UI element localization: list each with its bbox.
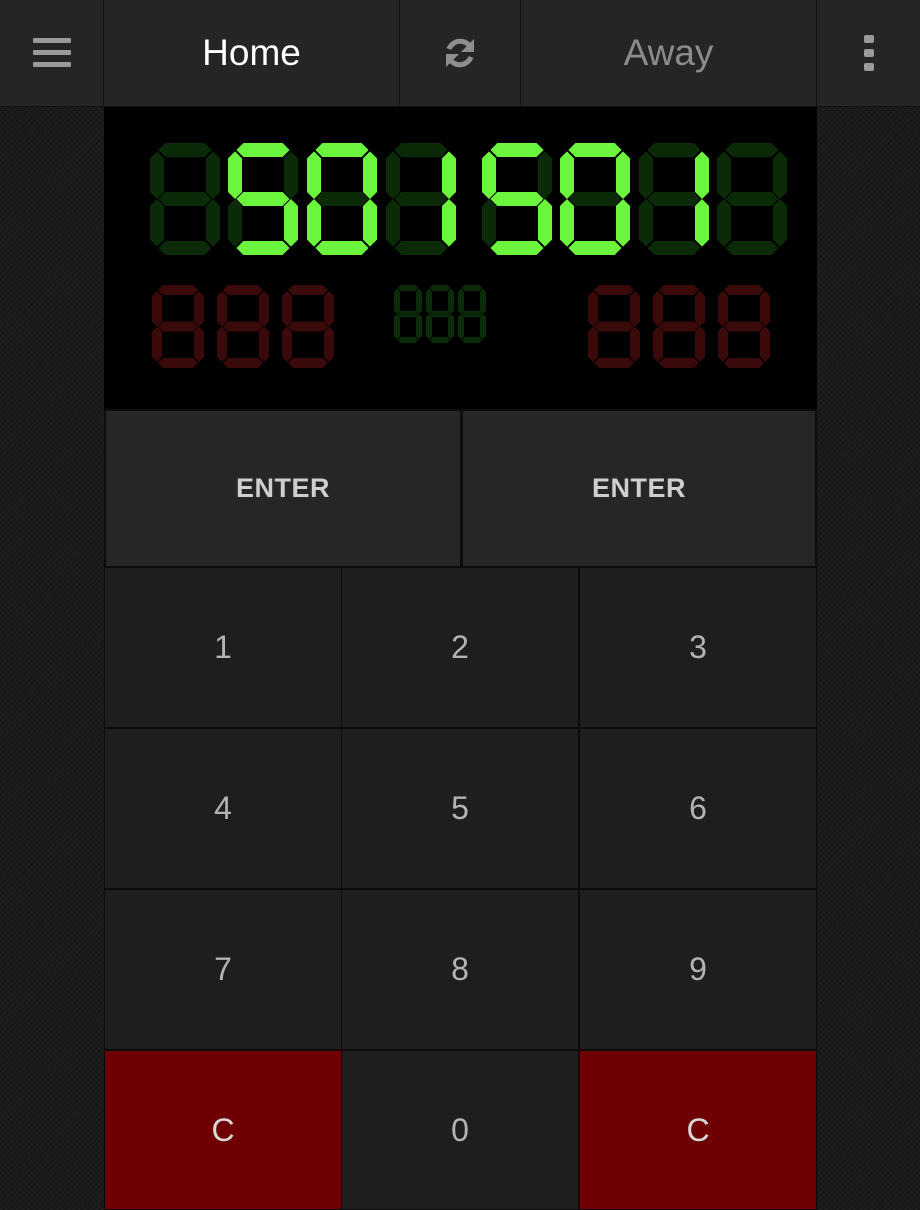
home-score-digit: [386, 143, 456, 255]
center-aux-digit: [458, 285, 486, 343]
away-aux-digit: [718, 285, 770, 368]
clear-home-button[interactable]: C: [104, 1050, 342, 1210]
clear-away-button[interactable]: C: [579, 1050, 817, 1210]
key-2[interactable]: 2: [341, 567, 579, 728]
enter-away-button[interactable]: ENTER: [461, 409, 817, 568]
key-5[interactable]: 5: [341, 728, 579, 889]
key-1[interactable]: 1: [104, 567, 342, 728]
home-aux-digit: [282, 285, 334, 368]
key-6[interactable]: 6: [579, 728, 817, 889]
top-bar: Home Away: [0, 0, 920, 107]
home-aux-digit: [152, 285, 204, 368]
refresh-icon: [446, 38, 474, 68]
key-8[interactable]: 8: [341, 889, 579, 1050]
home-score-digit: [150, 143, 220, 255]
menu-button[interactable]: [0, 0, 104, 106]
away-score-digit: [482, 143, 552, 255]
away-aux-digit: [653, 285, 705, 368]
key-9[interactable]: 9: [579, 889, 817, 1050]
scoreboard-display: 501 501: [104, 107, 817, 409]
enter-home-button[interactable]: ENTER: [104, 409, 462, 568]
tab-away-label: Away: [623, 32, 714, 73]
center-aux-digit: [394, 285, 422, 343]
key-4[interactable]: 4: [104, 728, 342, 889]
tab-home[interactable]: Home: [104, 0, 400, 106]
enter-row: ENTER ENTER: [104, 409, 817, 568]
away-aux-digit: [588, 285, 640, 368]
away-score-digit: [560, 143, 630, 255]
key-7[interactable]: 7: [104, 889, 342, 1050]
more-options-button[interactable]: [817, 0, 920, 106]
away-score-digit: [717, 143, 787, 255]
tab-away[interactable]: Away: [521, 0, 817, 106]
vertical-dots-icon: [863, 35, 874, 71]
hamburger-menu-icon: [32, 38, 71, 67]
center-aux-digit: [426, 285, 454, 343]
key-3[interactable]: 3: [579, 567, 817, 728]
tab-home-label: Home: [202, 32, 301, 73]
home-score-digit: [228, 143, 298, 255]
key-0[interactable]: 0: [341, 1050, 579, 1210]
keypad: 1 2 3 4 5 6 7 8 9 C 0 C: [104, 567, 817, 1210]
seven-segment-display: [150, 143, 787, 368]
home-aux-digit: [217, 285, 269, 368]
away-score-digit: [639, 143, 709, 255]
home-score-digit: [307, 143, 377, 255]
swap-button[interactable]: [400, 0, 521, 106]
